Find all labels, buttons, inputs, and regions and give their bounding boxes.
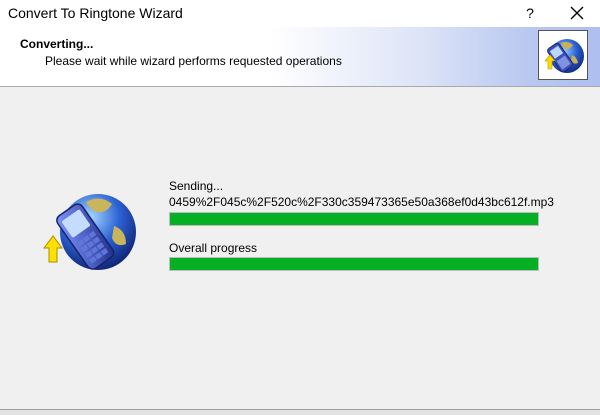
main-graphic <box>36 190 140 280</box>
wizard-header: Converting... Please wait while wizard p… <box>0 27 600 87</box>
close-button[interactable] <box>562 2 592 24</box>
file-progress-fill <box>170 213 538 225</box>
phone-globe-icon <box>43 194 136 270</box>
status-text: Sending... <box>169 179 224 193</box>
overall-progress-fill <box>170 258 538 270</box>
header-logo <box>538 30 588 80</box>
file-name: 0459%2F045c%2F520c%2F330c359473365e50a36… <box>169 195 554 209</box>
header-subtitle: Please wait while wizard performs reques… <box>45 54 342 68</box>
close-icon <box>570 6 584 20</box>
header-title: Converting... <box>20 37 94 51</box>
file-progress-bar <box>169 212 539 226</box>
overall-progress-label: Overall progress <box>169 241 258 255</box>
title-bar: Convert To Ringtone Wizard ? <box>0 0 600 27</box>
overall-progress-bar <box>169 257 539 271</box>
help-button[interactable]: ? <box>520 3 540 23</box>
window-title: Convert To Ringtone Wizard <box>8 5 183 21</box>
footer-divider <box>0 409 600 415</box>
phone-globe-icon <box>544 39 584 73</box>
